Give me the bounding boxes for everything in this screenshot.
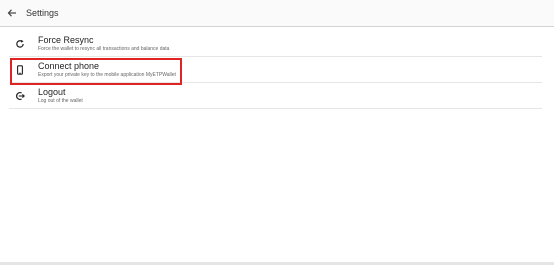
item-description: Log out of the wallet — [38, 98, 83, 104]
logout-icon — [15, 91, 25, 101]
refresh-icon — [15, 39, 25, 49]
item-title: Force Resync — [38, 35, 94, 45]
phone-icon — [15, 65, 25, 75]
item-title: Logout — [38, 87, 66, 97]
item-title: Connect phone — [38, 61, 100, 71]
settings-item-logout[interactable]: Logout Log out of the wallet — [9, 83, 542, 109]
arrow-left-icon — [7, 9, 16, 17]
page-title: Settings — [26, 8, 59, 18]
item-description: Force the wallet to resync all transacti… — [38, 46, 170, 52]
settings-window: Settings Force Resync Force the wallet t… — [0, 0, 554, 265]
settings-item-connect-phone[interactable]: Connect phone Export your private key to… — [9, 57, 542, 83]
back-button[interactable] — [4, 5, 20, 21]
item-description: Export your private key to the mobile ap… — [38, 72, 176, 78]
app-header: Settings — [0, 0, 554, 27]
settings-item-force-resync[interactable]: Force Resync Force the wallet to resync … — [9, 31, 542, 57]
settings-list: Force Resync Force the wallet to resync … — [9, 31, 542, 109]
